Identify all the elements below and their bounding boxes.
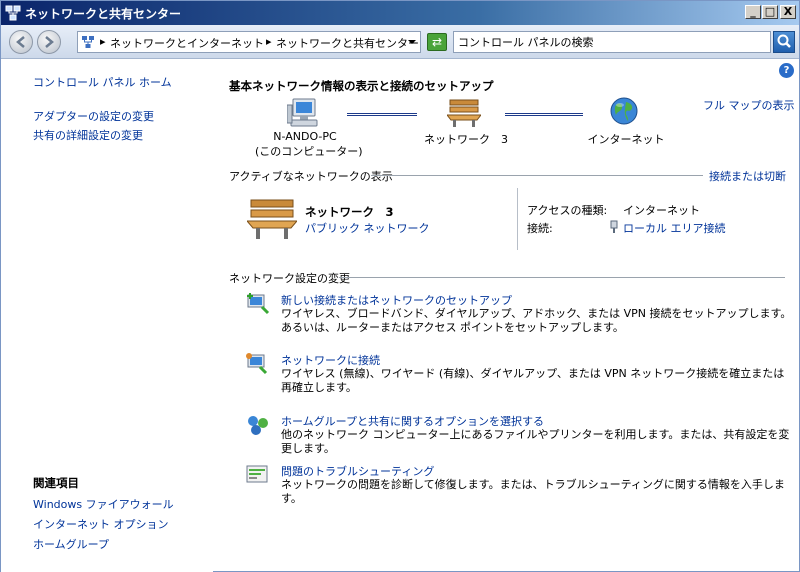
address-toolbar: ▸ ネットワークとインターネット ▸ ネットワークと共有センター ⇄ <box>1 25 799 59</box>
breadcrumb-network-center[interactable]: ネットワークと共有センター <box>276 35 419 51</box>
network-node-label: ネットワーク 3 <box>424 133 508 146</box>
local-area-connection-link[interactable]: ローカル エリア接続 <box>623 220 726 236</box>
connection-label: 接続: <box>527 222 553 235</box>
close-button[interactable]: X <box>780 5 796 19</box>
back-arrow-icon <box>16 36 25 48</box>
new-connection-icon <box>247 293 270 315</box>
search-input[interactable] <box>454 32 754 52</box>
bench-icon <box>447 99 481 127</box>
search-box[interactable] <box>453 31 771 53</box>
forward-arrow-icon <box>45 36 54 48</box>
address-bar[interactable]: ▸ ネットワークとインターネット ▸ ネットワークと共有センター <box>77 31 421 53</box>
firewall-link[interactable]: Windows ファイアウォール <box>33 496 174 512</box>
advanced-sharing-link[interactable]: 共有の詳細設定の変更 <box>33 127 143 143</box>
window: ネットワークと共有センター _ □ X ▸ ネットワークとインターネット ▸ ネ… <box>0 0 800 572</box>
vertical-divider <box>517 188 518 250</box>
connect-network-description: ワイヤレス (無線)、ワイヤード (有線)、ダイヤルアップ、または VPN ネッ… <box>281 367 785 394</box>
access-type-label: アクセスの種類: <box>527 204 608 217</box>
access-type-value: インターネット <box>623 204 700 217</box>
related-heading: 関連項目 <box>33 476 79 490</box>
active-networks-section-title: アクティブなネットワークの表示 <box>229 170 393 183</box>
maximize-button[interactable]: □ <box>762 5 778 19</box>
breadcrumb-separator[interactable]: ▸ <box>266 35 272 48</box>
page-title: 基本ネットワーク情報の表示と接続のセットアップ <box>229 79 494 93</box>
homegroup-description: 他のネットワーク コンピューター上にあるファイルやプリンターを利用します。または… <box>281 428 790 455</box>
back-button[interactable] <box>9 30 33 54</box>
new-connection-link[interactable]: 新しい接続またはネットワークのセットアップ <box>281 292 512 308</box>
network-center-icon <box>5 5 21 21</box>
change-settings-section-title: ネットワーク設定の変更 <box>229 272 350 285</box>
connect-network-icon <box>246 353 268 375</box>
breadcrumb-network-internet[interactable]: ネットワークとインターネット <box>110 35 264 51</box>
full-map-link[interactable]: フル マップの表示 <box>703 97 795 113</box>
homegroup-link[interactable]: ホームグループ <box>33 536 109 552</box>
adapter-settings-link[interactable]: アダプターの設定の変更 <box>33 108 154 124</box>
connect-network-link[interactable]: ネットワークに接続 <box>281 352 380 368</box>
connect-disconnect-link[interactable]: 接続または切断 <box>709 168 786 184</box>
network-icon <box>82 36 94 48</box>
troubleshoot-link[interactable]: 問題のトラブルシューティング <box>281 463 434 479</box>
homegroup-options-link[interactable]: ホームグループと共有に関するオプションを選択する <box>281 413 544 429</box>
new-connection-description: ワイヤレス、ブロードバンド、ダイヤルアップ、アドホック、または VPN 接続をセ… <box>281 307 792 334</box>
globe-icon <box>610 97 638 125</box>
connection-line-2 <box>505 113 583 116</box>
search-icon <box>777 34 791 48</box>
troubleshoot-description: ネットワークの問題を診断して修復します。または、トラブルシューティングに関する情… <box>281 478 785 505</box>
computer-label: (このコンピューター) <box>255 145 363 158</box>
troubleshoot-icon <box>246 465 268 483</box>
ethernet-icon <box>610 220 618 233</box>
search-button[interactable] <box>773 31 795 53</box>
left-panel: コントロール パネル ホーム アダプターの設定の変更 共有の詳細設定の変更 関連… <box>1 60 213 572</box>
breadcrumb-separator[interactable]: ▸ <box>100 35 106 48</box>
forward-button[interactable] <box>37 30 61 54</box>
network-type-link[interactable]: パブリック ネットワーク <box>305 220 430 236</box>
refresh-button[interactable]: ⇄ <box>427 33 447 51</box>
title-bar[interactable]: ネットワークと共有センター _ □ X <box>1 1 799 25</box>
window-title: ネットワークと共有センター <box>25 7 182 21</box>
internet-node-label: インターネット <box>587 133 665 146</box>
minimize-button[interactable]: _ <box>745 5 761 19</box>
public-network-bench-icon <box>247 199 297 239</box>
computer-icon <box>287 98 318 127</box>
control-panel-home-link[interactable]: コントロール パネル ホーム <box>33 74 172 90</box>
computer-node: N-ANDO-PC (このコンピューター) <box>255 130 363 159</box>
computer-name: N-ANDO-PC <box>273 130 337 143</box>
section-divider <box>371 175 703 176</box>
main-panel: ? 基本ネットワーク情報の表示と接続のセットアップ フル マップの表示 N-AN… <box>213 60 799 572</box>
section-divider <box>339 277 785 278</box>
homegroup-icon <box>248 416 268 435</box>
internet-options-link[interactable]: インターネット オプション <box>33 516 169 532</box>
active-network-name: ネットワーク 3 <box>305 205 394 219</box>
refresh-icon: ⇄ <box>431 35 443 49</box>
connection-line-1 <box>347 113 417 116</box>
help-button[interactable]: ? <box>779 63 794 78</box>
address-dropdown-icon[interactable] <box>408 40 416 44</box>
